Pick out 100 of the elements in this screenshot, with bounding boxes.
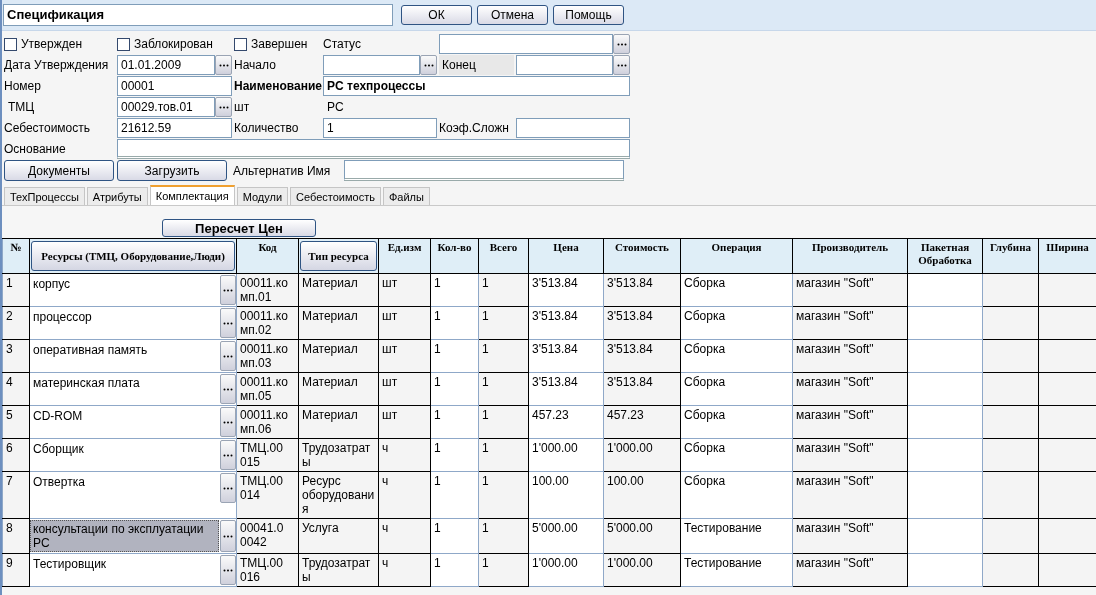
table-cell: 6 bbox=[2, 438, 30, 472]
table-cell: Материал bbox=[298, 405, 379, 439]
table-cell: 3 bbox=[2, 339, 30, 373]
table-cell: 3'513.84 bbox=[528, 339, 604, 373]
dialog-button[interactable]: Помощь bbox=[553, 5, 624, 25]
table-cell: ч bbox=[378, 518, 431, 554]
ellipsis-icon bbox=[616, 42, 627, 46]
table-cell: 1 bbox=[478, 518, 529, 554]
table-cell: 1 bbox=[478, 438, 529, 472]
table-cell: 100.00 bbox=[603, 471, 681, 519]
table-cell: 3'513.84 bbox=[603, 273, 681, 307]
table-cell: Услуга bbox=[298, 518, 379, 554]
table-cell: 1 bbox=[478, 306, 529, 340]
table-cell: Трудозатраты bbox=[298, 438, 379, 472]
table-cell: магазин "Soft" bbox=[792, 471, 908, 519]
table-cell: магазин "Soft" bbox=[792, 553, 908, 587]
table-cell: 1'000.00 bbox=[528, 438, 604, 472]
column-header: Глубина bbox=[990, 241, 1031, 253]
basis-field[interactable] bbox=[117, 139, 630, 159]
alt-name-field[interactable] bbox=[344, 160, 624, 181]
table-cell: Сборка bbox=[680, 306, 793, 340]
status-field[interactable] bbox=[439, 34, 613, 54]
table-cell: 1 bbox=[430, 471, 479, 519]
table-cell: ч bbox=[378, 438, 431, 472]
ellipsis-icon bbox=[423, 63, 434, 67]
table-cell: Материал bbox=[298, 306, 379, 340]
column-header: Стоимость bbox=[615, 241, 669, 253]
table-cell: магазин "Soft" bbox=[792, 372, 908, 406]
browse-button[interactable] bbox=[220, 473, 236, 503]
column-header: Ширина bbox=[1046, 241, 1089, 253]
table-cell: ТМЦ.00015 bbox=[236, 438, 299, 472]
table-cell: 1 bbox=[430, 518, 479, 554]
date-field[interactable]: 01.01.2009 bbox=[117, 55, 215, 75]
browse-button[interactable] bbox=[420, 55, 437, 75]
column-header: Код bbox=[258, 241, 277, 253]
field-label: Дата Утверждения bbox=[4, 57, 110, 74]
browse-button[interactable] bbox=[215, 97, 232, 117]
ellipsis-icon bbox=[218, 63, 229, 67]
action-button[interactable]: Документы bbox=[4, 160, 114, 181]
column-header: Ед.изм bbox=[387, 241, 422, 253]
name-field[interactable]: PC техпроцессы bbox=[323, 76, 630, 96]
checkbox[interactable] bbox=[117, 37, 130, 51]
table-cell: ч bbox=[378, 471, 431, 519]
table-cell: Тестирование bbox=[680, 518, 793, 554]
cost-field[interactable]: 21612.59 bbox=[117, 118, 232, 138]
quantity-field[interactable]: 1 bbox=[323, 118, 437, 138]
table-cell: Ресурс оборудования bbox=[298, 471, 379, 519]
item-field[interactable]: 00029.тов.01 bbox=[117, 97, 215, 117]
table-cell: 5 bbox=[2, 405, 30, 439]
table-cell: 1 bbox=[478, 471, 529, 519]
table-cell: Тестирование bbox=[680, 553, 793, 587]
dialog-button[interactable]: Отмена bbox=[477, 5, 548, 25]
tab[interactable]: ТехПроцессы bbox=[4, 187, 85, 205]
table-cell: 1'000.00 bbox=[603, 438, 681, 472]
table-cell: магазин "Soft" bbox=[792, 518, 908, 554]
field-label: Количество bbox=[234, 120, 300, 137]
recalc-button[interactable]: Пересчет Цен bbox=[162, 219, 316, 237]
browse-button[interactable] bbox=[613, 55, 630, 75]
title-field[interactable]: Спецификация bbox=[3, 4, 393, 26]
table-cell: магазин "Soft" bbox=[792, 273, 908, 307]
column-header: № bbox=[10, 241, 22, 253]
table-cell: 3'513.84 bbox=[528, 372, 604, 406]
field-label: Наименование bbox=[234, 78, 321, 95]
column-header-button[interactable]: Тип ресурса bbox=[300, 241, 377, 271]
dialog-button[interactable]: ОК bbox=[401, 5, 472, 25]
browse-button[interactable] bbox=[613, 34, 630, 54]
table-cell: ч bbox=[378, 553, 431, 587]
start-field[interactable] bbox=[323, 55, 420, 75]
table-cell: шт bbox=[378, 306, 431, 340]
unit-value: PC bbox=[326, 99, 345, 116]
tab[interactable]: Файлы bbox=[382, 187, 430, 205]
column-header-button[interactable]: Ресурсы (ТМЦ, Оборудование,Люди) bbox=[31, 241, 235, 271]
tab[interactable]: Комплектация bbox=[149, 185, 235, 205]
table-cell: 457.23 bbox=[528, 405, 604, 439]
table-cell: 1 bbox=[478, 339, 529, 373]
tab[interactable]: Себестоимость bbox=[290, 187, 381, 205]
table-cell: шт bbox=[378, 372, 431, 406]
table-cell: 1 bbox=[430, 405, 479, 439]
column-header: Производитель bbox=[811, 241, 889, 253]
checkbox-label: Утвержден bbox=[21, 37, 83, 51]
table-cell: Материал bbox=[298, 372, 379, 406]
complexity-field[interactable] bbox=[516, 118, 630, 138]
table-cell: Сборка bbox=[680, 273, 793, 307]
table-cell: Сборка bbox=[680, 438, 793, 472]
checkbox[interactable] bbox=[4, 37, 17, 51]
number-field[interactable]: 00001 bbox=[117, 76, 232, 96]
column-header: Пакетная Обработка bbox=[918, 241, 972, 266]
action-button[interactable]: Загрузить bbox=[117, 160, 227, 181]
table-cell: 1 bbox=[430, 339, 479, 373]
table-cell: 457.23 bbox=[603, 405, 681, 439]
tab[interactable]: Атрибуты bbox=[86, 187, 148, 205]
table-cell: 1 bbox=[478, 372, 529, 406]
checkbox[interactable] bbox=[234, 37, 247, 51]
field-label: Начало bbox=[234, 57, 277, 74]
tab[interactable]: Модули bbox=[236, 187, 289, 205]
end-field[interactable] bbox=[516, 55, 613, 75]
table-cell: 3'513.84 bbox=[603, 339, 681, 373]
table-cell: Сборка bbox=[680, 372, 793, 406]
table-cell: 00011.комп.02 bbox=[236, 306, 299, 340]
table-cell: магазин "Soft" bbox=[792, 339, 908, 373]
